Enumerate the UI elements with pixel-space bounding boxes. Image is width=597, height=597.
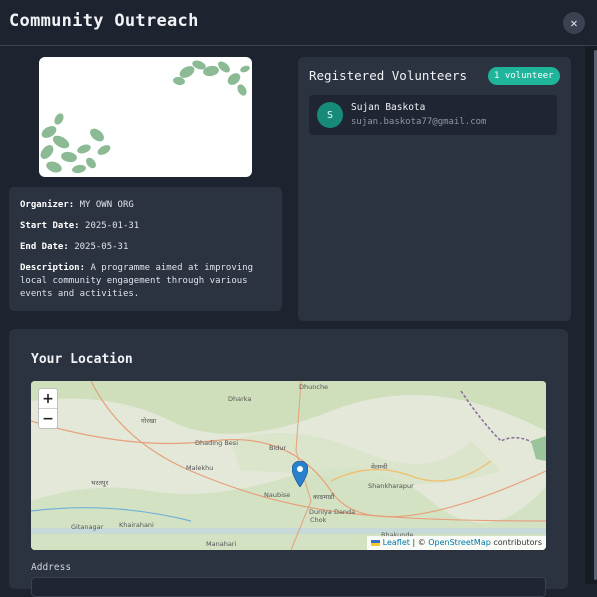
volunteer-name: Sujan Baskota: [351, 102, 426, 113]
registered-volunteers-card: Registered Volunteers 1 volunteer S Suja…: [298, 57, 571, 321]
end-date-label: End Date:: [20, 242, 69, 252]
map-label-shankharapur: Shankharapur: [368, 482, 414, 490]
description-label: Description:: [20, 263, 86, 273]
close-icon: ✕: [570, 16, 578, 30]
map-label-dhading: Dhading Besi: [195, 439, 239, 447]
close-button[interactable]: ✕: [563, 12, 585, 34]
zoom-control: + −: [38, 388, 58, 429]
attribution-tail: contributors: [490, 538, 542, 547]
location-marker[interactable]: [291, 460, 309, 488]
start-date-value: 2025-01-31: [85, 221, 140, 231]
organizer-label: Organizer:: [20, 200, 75, 210]
map-label-gitanagar: Gitanagar: [71, 523, 104, 531]
end-date-value: 2025-05-31: [74, 242, 129, 252]
map-label-kathmandu: काठमाडौं: [313, 493, 335, 501]
event-image: [39, 57, 252, 177]
map-label-melamchi: मेलम्ची: [371, 463, 388, 471]
start-date-label: Start Date:: [20, 221, 80, 231]
map-label-dhunche: Dhunche: [299, 383, 329, 391]
description-row: Description: A programme aimed at improv…: [20, 262, 271, 301]
map-label-dharka: Dharka: [228, 395, 252, 403]
zoom-in-button[interactable]: +: [39, 389, 57, 409]
map-label-gorkha: गोरखा: [141, 417, 157, 425]
map-label-naubise: Naubise: [264, 491, 291, 499]
map-label-duniya-danda: Duniya Danda: [309, 508, 356, 516]
map-tiles: [31, 381, 546, 550]
start-date-row: Start Date: 2025-01-31: [20, 220, 271, 233]
map-pin-icon: [291, 460, 309, 488]
map-label-chok: Chok: [310, 516, 327, 524]
volunteers-title: Registered Volunteers: [309, 68, 468, 83]
ukraine-flag-icon: [370, 539, 380, 546]
leaf-decoration-image: [40, 60, 250, 174]
map-label-bidur: Bidur: [269, 444, 287, 452]
volunteer-count-badge: 1 volunteer: [488, 67, 560, 85]
avatar: S: [317, 102, 343, 128]
leaflet-link[interactable]: Leaflet: [383, 538, 410, 547]
address-label: Address: [31, 562, 72, 573]
location-title: Your Location: [31, 352, 133, 367]
modal-title: Community Outreach: [9, 11, 199, 31]
organizer-row: Organizer: MY OWN ORG: [20, 199, 271, 212]
location-card: Your Location Dhunche Dharka गोरखा Dhadi…: [9, 329, 568, 597]
modal-header: Community Outreach ✕: [0, 0, 597, 46]
end-date-row: End Date: 2025-05-31: [20, 241, 271, 254]
attribution-separator: | ©: [409, 538, 429, 547]
map-label-manahari: Manahari: [206, 540, 237, 548]
volunteer-email: sujan.baskota77@gmail.com: [351, 117, 487, 127]
address-input[interactable]: [31, 577, 546, 597]
event-details-card: Organizer: MY OWN ORG Start Date: 2025-0…: [9, 187, 282, 311]
map-attribution: Leaflet | © OpenStreetMap contributors: [366, 536, 546, 550]
map-label-khairahani: Khairahani: [119, 521, 154, 529]
map-label-bharatpur: भरतपुर: [91, 479, 109, 487]
organizer-value: MY OWN ORG: [79, 200, 134, 210]
map-view[interactable]: Dhunche Dharka गोरखा Dhading Besi Bidur …: [31, 381, 546, 550]
map-label-malekhu: Malekhu: [186, 464, 214, 472]
zoom-out-button[interactable]: −: [39, 409, 57, 428]
volunteer-list-item[interactable]: S Sujan Baskota sujan.baskota77@gmail.co…: [309, 95, 557, 135]
openstreetmap-link[interactable]: OpenStreetMap: [428, 538, 491, 547]
